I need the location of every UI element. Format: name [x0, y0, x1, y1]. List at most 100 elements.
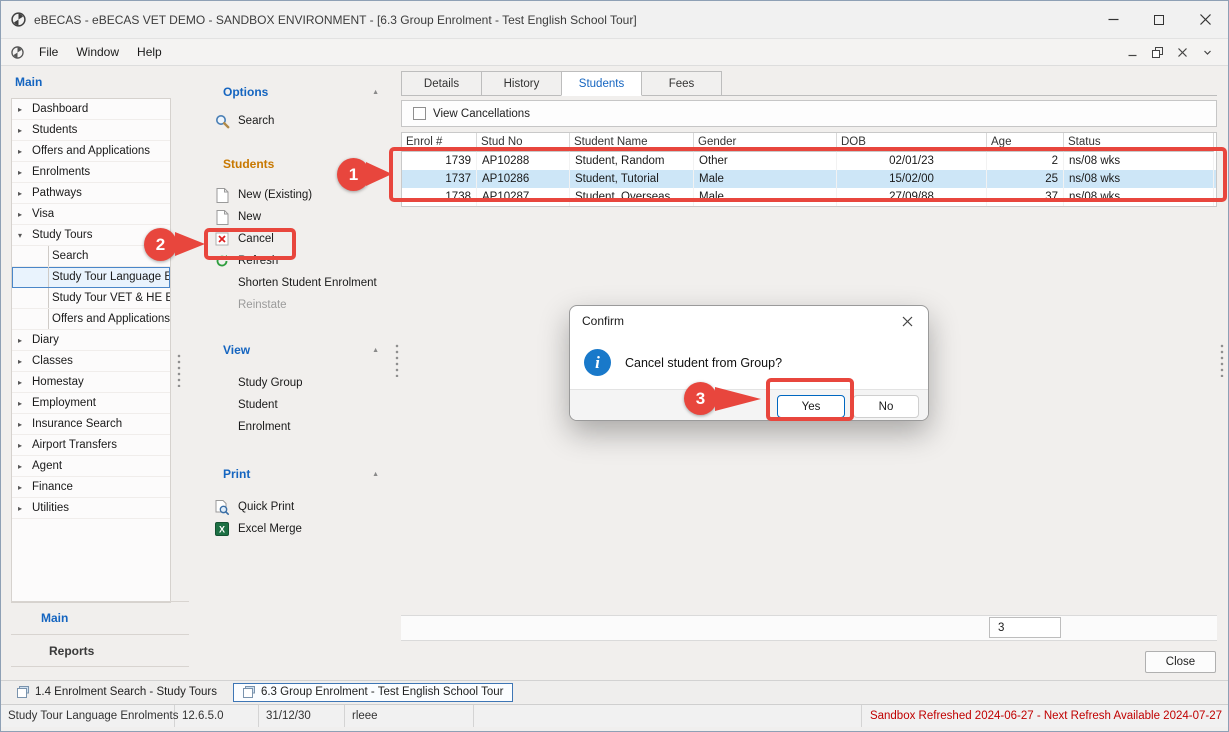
close-icon[interactable] [1182, 1, 1228, 38]
mdi-close-icon[interactable] [1171, 42, 1193, 62]
svg-text:X: X [219, 525, 225, 535]
action-excel-merge[interactable]: X Excel Merge [196, 518, 393, 540]
collapse-arrow-icon[interactable]: ▲ [372, 89, 379, 96]
sidebar-item-pathways[interactable]: ▸Pathways [12, 183, 170, 204]
sidebar-item-finance[interactable]: ▸Finance [12, 477, 170, 498]
sidebar-item-dashboard[interactable]: ▸Dashboard [12, 99, 170, 120]
column-header[interactable]: Enrol # [402, 133, 477, 152]
chevron-right-icon: ▸ [18, 189, 32, 198]
action-cancel[interactable]: Cancel [196, 228, 393, 250]
sidebar-item-visa[interactable]: ▸Visa [12, 204, 170, 225]
chevron-right-icon: ▸ [18, 168, 32, 177]
sidebar-item-students[interactable]: ▸Students [12, 120, 170, 141]
sidebar-item-diary[interactable]: ▸Diary [12, 330, 170, 351]
collapse-arrow-icon[interactable]: ▲ [372, 471, 379, 478]
window-controls [1090, 1, 1228, 38]
chevron-right-icon: ▸ [18, 420, 32, 429]
record-count-field[interactable]: 3 [989, 617, 1061, 638]
minimize-icon[interactable] [1090, 1, 1136, 38]
sidebar-item-study-tour-language-enrolments[interactable]: Study Tour Language E [12, 267, 170, 288]
sidebar-item-enrolments[interactable]: ▸Enrolments [12, 162, 170, 183]
sidebar-item-offers-and-applications-sub[interactable]: Offers and Applications [12, 309, 170, 330]
dialog-close-icon[interactable] [886, 306, 928, 336]
action-quick-print[interactable]: Quick Print [196, 496, 393, 518]
column-header[interactable]: Age [987, 133, 1064, 152]
chevron-right-icon: ▸ [18, 126, 32, 135]
menubar: File Window Help [1, 39, 1228, 66]
view-cancellations-checkbox[interactable] [413, 107, 426, 120]
column-header[interactable]: Status [1064, 133, 1214, 152]
chevron-down-icon[interactable] [1196, 42, 1218, 62]
table-row-selected[interactable]: 1737 AP10286 Student, Tutorial Male 15/0… [402, 170, 1216, 188]
window-tab-icon [17, 686, 29, 698]
menu-help[interactable]: Help [128, 39, 171, 65]
sidebar-item-offers-and-applications[interactable]: ▸Offers and Applications [12, 141, 170, 162]
column-header[interactable]: Stud No [477, 133, 570, 152]
status-sandbox-notice: Sandbox Refreshed 2024-06-27 - Next Refr… [862, 710, 1229, 722]
table-row[interactable]: 1738 AP10287 Student, Overseas Male 27/0… [402, 188, 1216, 206]
action-new[interactable]: New [196, 206, 393, 228]
action-student[interactable]: Student [196, 394, 393, 416]
action-study-group[interactable]: Study Group [196, 372, 393, 394]
tabstrip: Details History Students Fees [401, 71, 721, 96]
sidebar-item-airport-transfers[interactable]: ▸Airport Transfers [12, 435, 170, 456]
chevron-right-icon: ▸ [18, 336, 32, 345]
nav-group-main[interactable]: Main [11, 601, 189, 634]
chevron-down-icon: ▾ [18, 231, 32, 240]
tab-fees[interactable]: Fees [641, 71, 722, 96]
annotation-step-2: 2 [144, 228, 177, 261]
action-shorten-student-enrolment[interactable]: Shorten Student Enrolment [196, 272, 393, 294]
mdi-window-controls [1121, 42, 1228, 62]
view-cancellations-panel: View Cancellations [401, 100, 1217, 127]
action-reinstate[interactable]: Reinstate [196, 294, 393, 316]
document-icon [214, 209, 230, 225]
action-enrolment[interactable]: Enrolment [196, 416, 393, 438]
sidebar-item-homestay[interactable]: ▸Homestay [12, 372, 170, 393]
splitter-grip[interactable] [1220, 343, 1224, 377]
doc-tab-enrolment-search[interactable]: 1.4 Enrolment Search - Study Tours [7, 683, 227, 702]
chevron-right-icon: ▸ [18, 462, 32, 471]
sidebar-item-study-tour-vet-he-enrolments[interactable]: Study Tour VET & HE Er [12, 288, 170, 309]
view-cancellations-label: View Cancellations [433, 108, 530, 120]
sidebar-item-utilities[interactable]: ▸Utilities [12, 498, 170, 519]
section-options: Options ▲ [196, 82, 393, 102]
annotation-arrow-icon [175, 232, 205, 256]
print-preview-icon [214, 499, 230, 515]
table-row[interactable]: 1739 AP10288 Student, Random Other 02/01… [402, 152, 1216, 170]
tab-history[interactable]: History [481, 71, 562, 96]
sidebar-item-employment[interactable]: ▸Employment [12, 393, 170, 414]
menu-file[interactable]: File [30, 39, 67, 65]
splitter-grip[interactable] [395, 343, 399, 377]
column-header[interactable]: DOB [837, 133, 987, 152]
annotation-step-3: 3 [684, 382, 717, 415]
chevron-right-icon: ▸ [18, 147, 32, 156]
chevron-right-icon: ▸ [18, 441, 32, 450]
action-refresh[interactable]: Refresh [196, 250, 393, 272]
close-button[interactable]: Close [1145, 651, 1216, 673]
actions-panel: Options ▲ Search Students New (Existing) [196, 66, 393, 540]
sidebar-item-insurance-search[interactable]: ▸Insurance Search [12, 414, 170, 435]
nav-group-reports[interactable]: Reports [11, 634, 189, 667]
app-logo-icon [11, 12, 26, 27]
doc-tab-group-enrolment[interactable]: 6.3 Group Enrolment - Test English Schoo… [233, 683, 513, 702]
dialog-message: Cancel student from Group? [625, 356, 782, 370]
maximize-icon[interactable] [1136, 1, 1182, 38]
yes-button[interactable]: Yes [777, 395, 845, 418]
dialog-body: i Cancel student from Group? [570, 336, 928, 389]
main-nav-list: ▸Dashboard ▸Students ▸Offers and Applica… [11, 98, 171, 603]
tab-students[interactable]: Students [561, 71, 642, 96]
cancel-icon [214, 231, 230, 247]
mdi-restore-icon[interactable] [1146, 42, 1168, 62]
column-header[interactable]: Student Name [570, 133, 694, 152]
no-button[interactable]: No [853, 395, 919, 418]
column-header[interactable]: Gender [694, 133, 837, 152]
chevron-right-icon: ▸ [18, 210, 32, 219]
action-search[interactable]: Search [196, 110, 393, 132]
menu-window[interactable]: Window [67, 39, 128, 65]
sidebar-item-classes[interactable]: ▸Classes [12, 351, 170, 372]
splitter-grip[interactable] [177, 353, 181, 387]
collapse-arrow-icon[interactable]: ▲ [372, 347, 379, 354]
mdi-minimize-icon[interactable] [1121, 42, 1143, 62]
tab-details[interactable]: Details [401, 71, 482, 96]
sidebar-item-agent[interactable]: ▸Agent [12, 456, 170, 477]
